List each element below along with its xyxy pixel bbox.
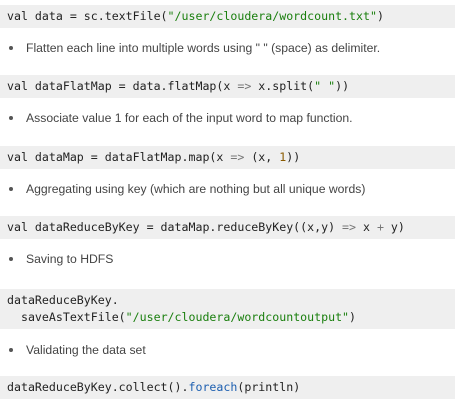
code-token: => [342, 220, 357, 234]
code-token: (println) [237, 380, 301, 394]
code-token: ) [376, 9, 384, 23]
code-token: => [230, 150, 245, 164]
code-token: )) [335, 79, 350, 93]
code-line: dataReduceByKey.collect().foreach(printl… [7, 379, 455, 396]
code-token: y) [383, 220, 405, 234]
bullet-dot-icon [9, 116, 13, 120]
code-block: val data = sc.textFile("/user/cloudera/w… [0, 5, 455, 28]
code-token: x.split( [251, 79, 315, 93]
code-token: dataReduceByKey. [7, 293, 119, 307]
code-block: val dataFlatMap = data.flatMap(x => x.sp… [0, 75, 455, 98]
code-token: " " [314, 79, 336, 93]
bullet-text: Flatten each line into multiple words us… [26, 41, 381, 55]
bullet-item: Saving to HDFS [0, 250, 455, 268]
code-token: dataReduceByKey.collect(). [7, 380, 189, 394]
bullet-text: Aggregating using key (which are nothing… [26, 182, 366, 196]
code-token: val data = sc.textFile( [7, 9, 168, 23]
bullet-text: Associate value 1 for each of the input … [26, 111, 353, 125]
code-line: dataReduceByKey. [7, 292, 455, 309]
code-token: + [376, 220, 384, 234]
bullet-dot-icon [9, 348, 13, 352]
code-token: (x, [244, 150, 280, 164]
bullet-text: Validating the data set [26, 343, 146, 357]
bullet-dot-icon [9, 46, 13, 50]
code-token: )) [286, 150, 301, 164]
code-token: val dataMap = dataFlatMap.map(x [7, 150, 231, 164]
bullet-dot-icon [9, 257, 13, 261]
code-block: dataReduceByKey. saveAsTextFile("/user/c… [0, 289, 455, 329]
code-line: val dataFlatMap = data.flatMap(x => x.sp… [7, 78, 455, 95]
code-block: val dataMap = dataFlatMap.map(x => (x, 1… [0, 146, 455, 169]
code-token: saveAsTextFile( [7, 310, 126, 324]
code-token: val dataFlatMap = data.flatMap(x [7, 79, 238, 93]
bullet-text: Saving to HDFS [26, 252, 114, 266]
code-block: val dataReduceByKey = dataMap.reduceByKe… [0, 216, 455, 239]
bullet-item: Validating the data set [0, 341, 455, 359]
code-token: val dataReduceByKey = dataMap.reduceByKe… [7, 220, 343, 234]
code-line: saveAsTextFile("/user/cloudera/wordcount… [7, 309, 455, 326]
bullet-item: Flatten each line into multiple words us… [0, 39, 455, 57]
code-token: x [356, 220, 377, 234]
code-line: val dataReduceByKey = dataMap.reduceByKe… [7, 219, 455, 236]
code-token: "/user/cloudera/wordcount.txt" [167, 9, 377, 23]
code-line: val dataMap = dataFlatMap.map(x => (x, 1… [7, 149, 455, 166]
code-token: => [237, 79, 252, 93]
code-token: ) [349, 310, 357, 324]
code-token: foreach [188, 380, 238, 394]
bullet-item: Associate value 1 for each of the input … [0, 109, 455, 127]
code-token: "/user/cloudera/wordcountoutput" [125, 310, 350, 324]
bullet-item: Aggregating using key (which are nothing… [0, 180, 455, 198]
code-block: dataReduceByKey.collect().foreach(printl… [0, 376, 455, 399]
code-line: val data = sc.textFile("/user/cloudera/w… [7, 8, 455, 25]
bullet-dot-icon [9, 187, 13, 191]
